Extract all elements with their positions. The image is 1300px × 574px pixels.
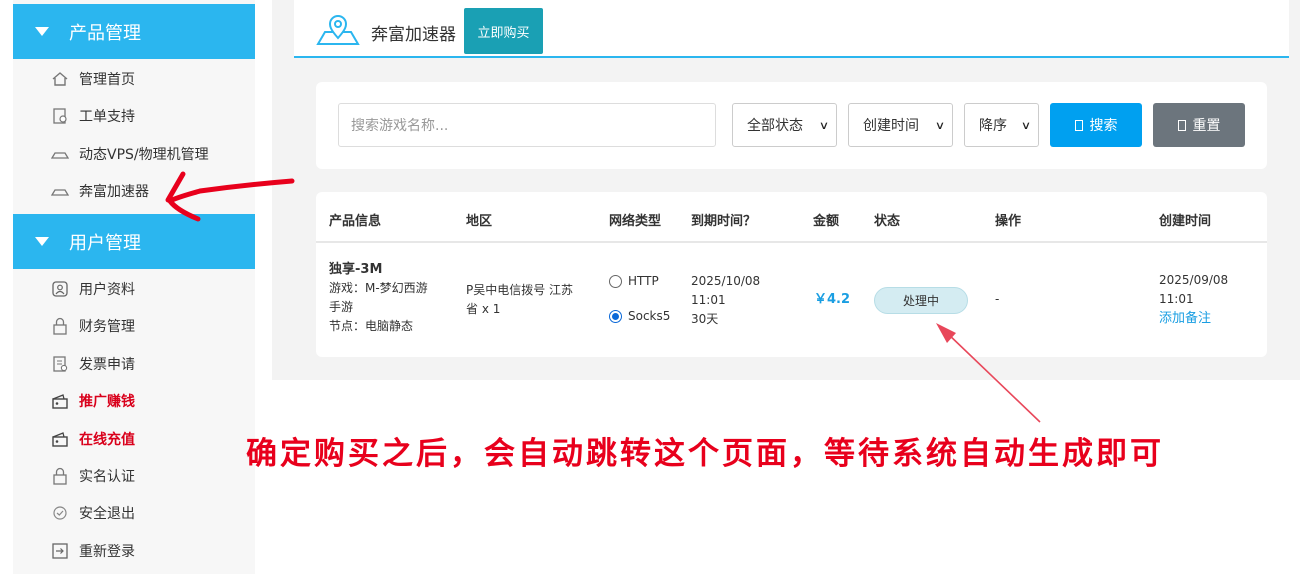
red-arrow-sidebar (166, 178, 295, 222)
annotation-text: 确定购买之后，会自动跳转这个页面，等待系统自动生成即可 (246, 436, 1164, 472)
annotation-arrows (165, 171, 1041, 423)
red-arrowhead-status (936, 323, 956, 343)
red-arrow-status (945, 331, 1041, 423)
